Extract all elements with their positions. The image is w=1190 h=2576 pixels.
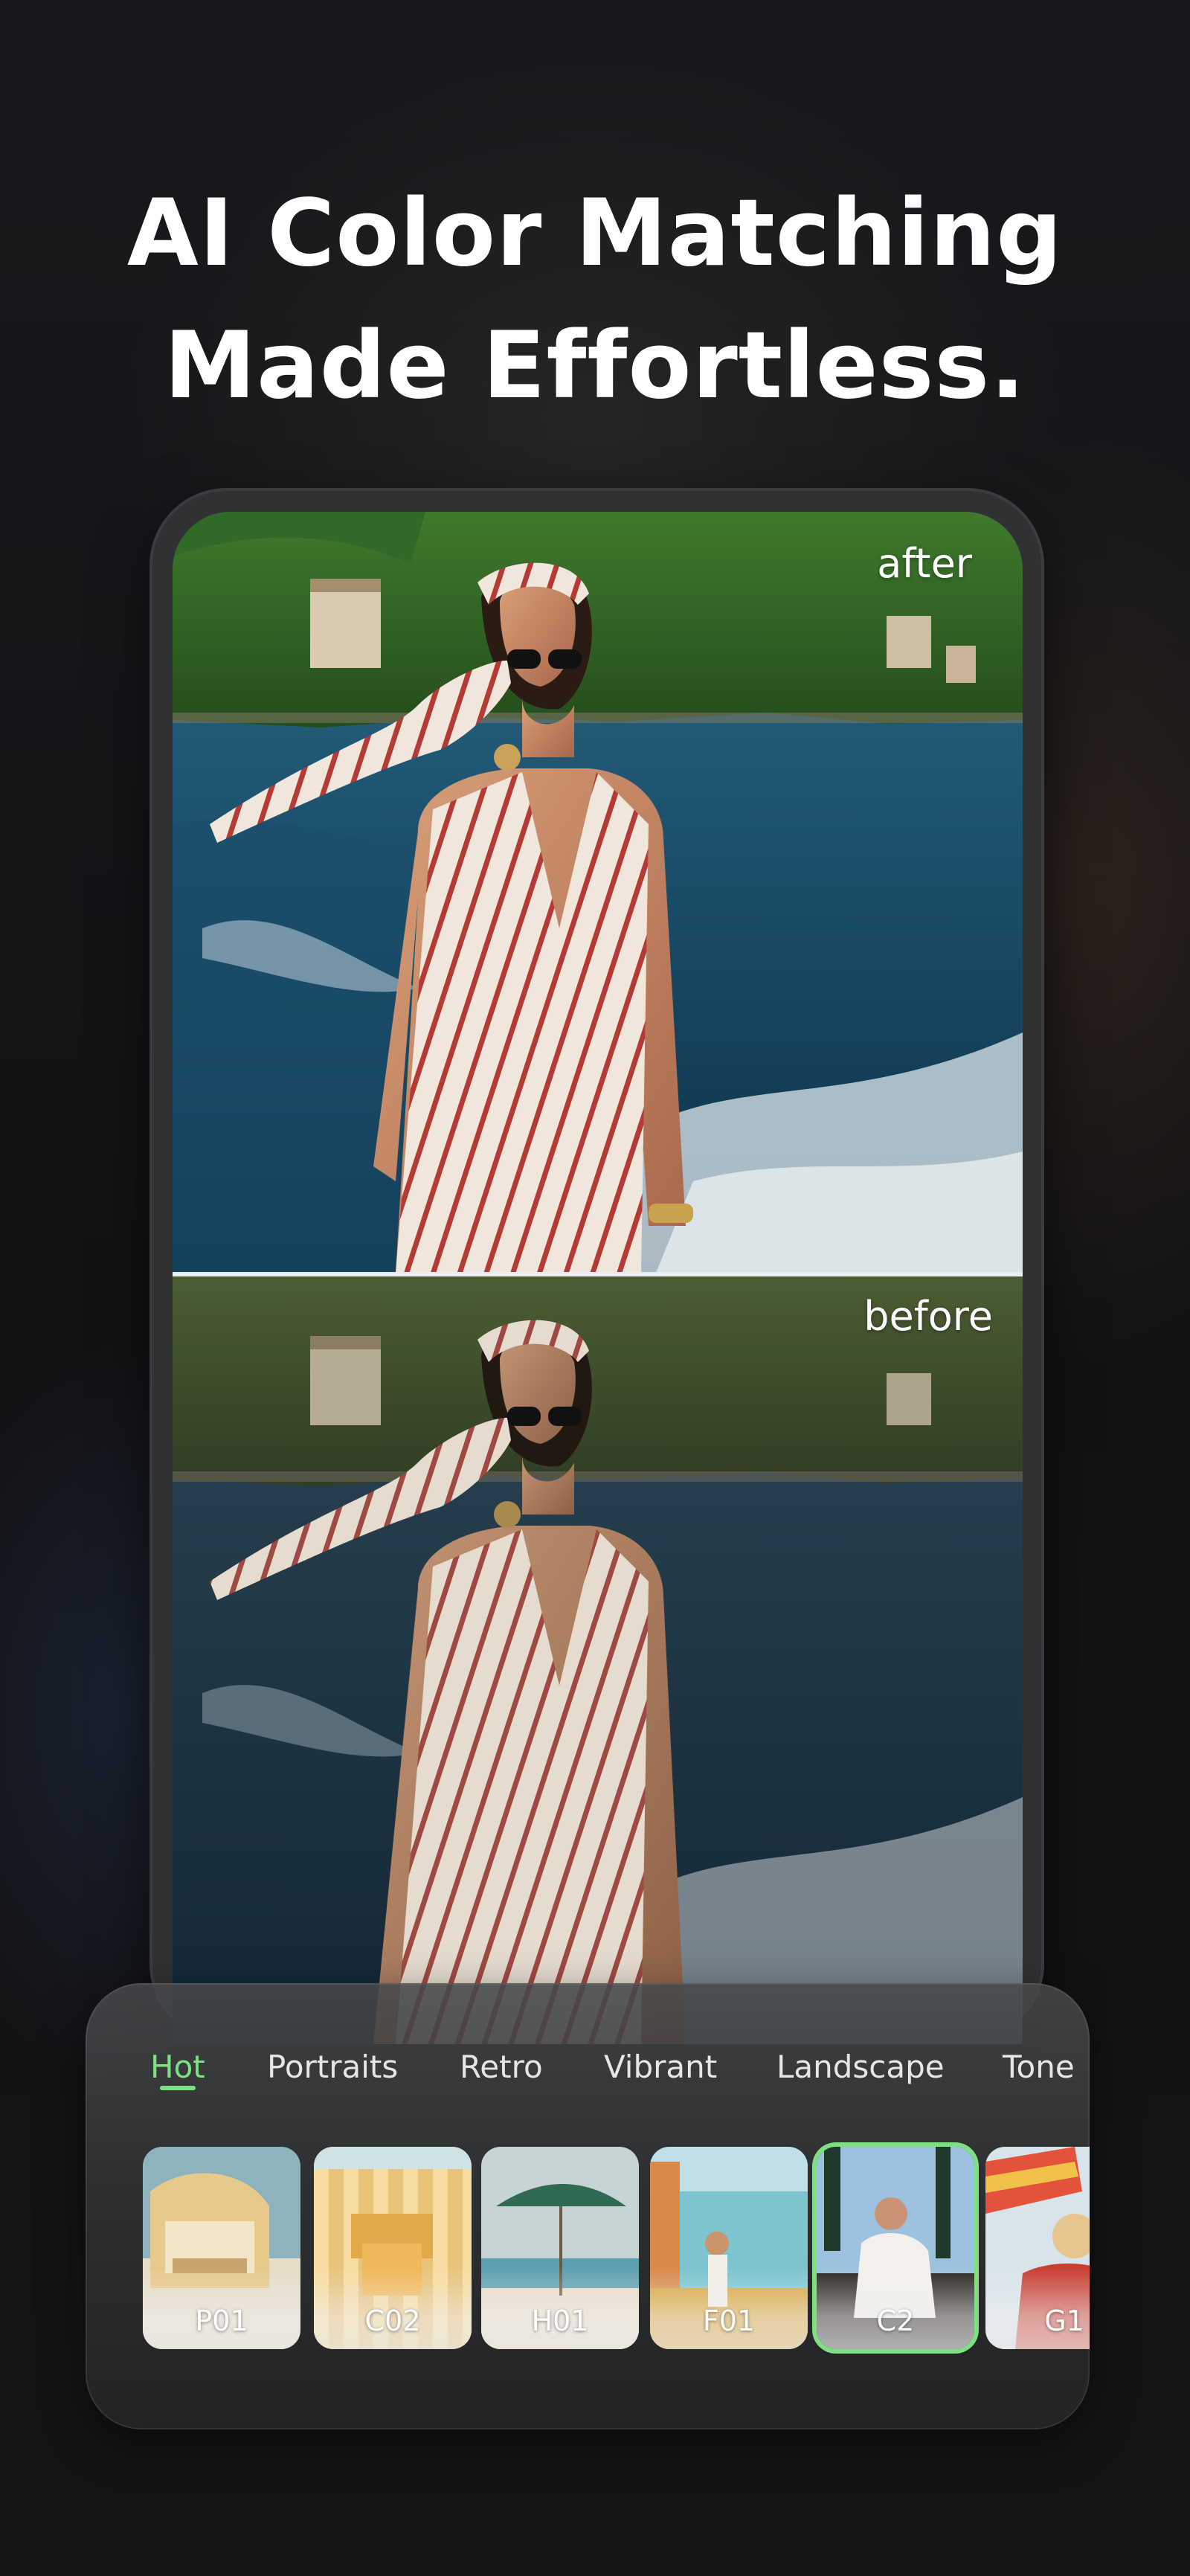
before-image: [173, 1276, 1023, 2044]
tab-landscape[interactable]: Landscape: [776, 2049, 945, 2085]
tab-vibrant[interactable]: Vibrant: [604, 2049, 717, 2085]
tab-retro[interactable]: Retro: [460, 2049, 543, 2085]
headline-line-1: AI Color Matching: [126, 180, 1064, 287]
headline-line-2: Made Effortless.: [164, 312, 1026, 420]
preset-label: P01: [195, 2304, 248, 2337]
active-tab-indicator: [160, 2086, 196, 2090]
preset-label: H01: [531, 2304, 589, 2337]
preset-label: C02: [364, 2304, 421, 2337]
preset-thumb-c2[interactable]: C2: [817, 2147, 974, 2349]
preset-thumb-g1[interactable]: G1: [985, 2147, 1090, 2349]
after-image: [173, 512, 1023, 1273]
after-label: after: [877, 540, 972, 587]
preset-label: G1: [1044, 2304, 1084, 2337]
preset-label: F01: [702, 2304, 756, 2337]
preset-thumb-p01[interactable]: P01: [143, 2147, 300, 2349]
headline: AI Color Matching Made Effortless.: [0, 167, 1190, 432]
category-tabs: Hot Portraits Retro Vibrant Landscape To…: [86, 2049, 1090, 2108]
before-label: before: [863, 1293, 993, 1340]
preset-list: P01 C02 H01 F01 C2 G1: [86, 2147, 1090, 2355]
after-photo: after: [173, 512, 1023, 1273]
preset-thumb-c02[interactable]: C02: [314, 2147, 472, 2349]
tab-hot[interactable]: Hot: [150, 2049, 205, 2085]
phone-screen: after before: [173, 512, 1023, 2044]
tab-portraits[interactable]: Portraits: [267, 2049, 398, 2085]
preset-thumb-h01[interactable]: H01: [481, 2147, 639, 2349]
filter-panel: Hot Portraits Retro Vibrant Landscape To…: [86, 1983, 1090, 2429]
preset-label: C2: [876, 2304, 915, 2337]
preset-thumb-f01[interactable]: F01: [650, 2147, 808, 2349]
before-photo: before: [173, 1276, 1023, 2044]
tab-tone[interactable]: Tone: [1003, 2049, 1075, 2085]
